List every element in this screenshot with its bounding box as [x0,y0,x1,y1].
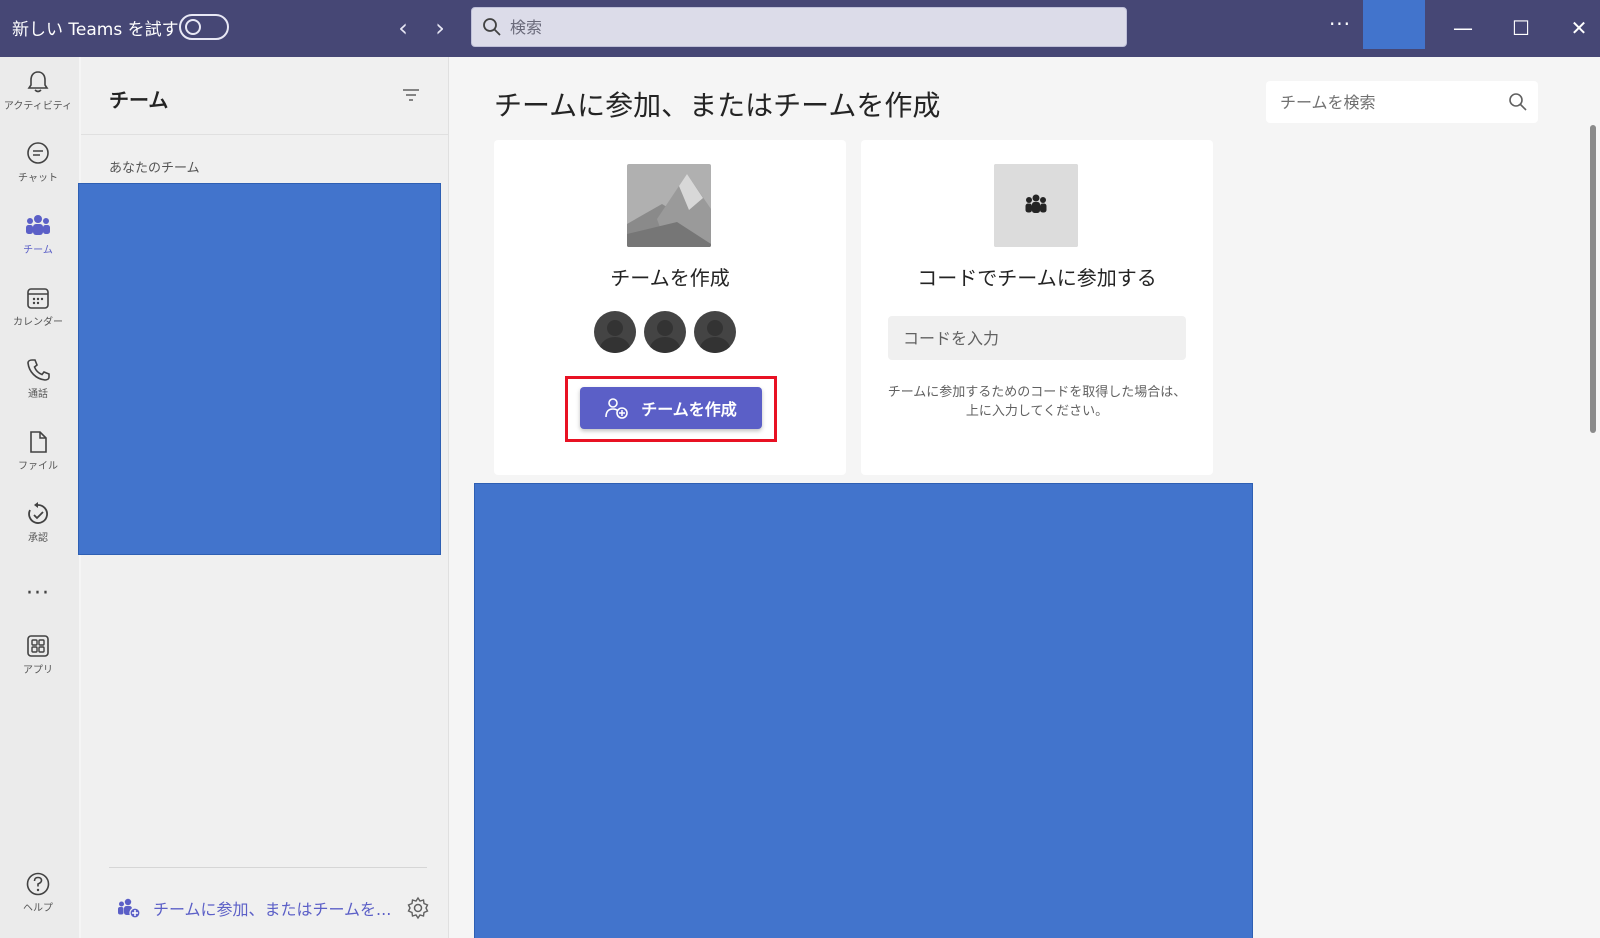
rail-item-teams[interactable]: チーム [0,203,76,269]
more-options-button[interactable]: ··· [1324,12,1356,42]
close-button[interactable]: ✕ [1561,10,1597,46]
create-team-button-label: チームを作成 [641,400,737,419]
code-help-line: チームに参加するためのコードを取得した場合は、 [887,385,1187,400]
new-teams-toggle[interactable] [179,14,229,40]
page-title: チームに参加、またはチームを作成 [494,89,941,122]
avatar[interactable] [1363,0,1425,49]
rail-item-calendar[interactable]: カレンダー [0,275,76,341]
teams-icon [26,215,50,235]
add-people-icon [605,398,629,419]
phone-icon [27,359,50,381]
rail-item-approvals[interactable]: 承認 [0,491,76,557]
teams-panel: チーム あなたのチーム チームに参加、またはチームを... [78,57,449,938]
search-icon [482,17,502,41]
minimize-button[interactable]: — [1445,10,1481,46]
rail-item-chat[interactable]: チャット [0,131,76,197]
rail-item-activity[interactable]: アクティビティ [0,59,76,125]
rail-item-label: チャット [18,173,58,184]
rail-item-calls[interactable]: 通話 [0,347,76,413]
teams-image-icon [994,164,1078,247]
gear-icon[interactable] [406,896,430,924]
avatar [694,311,736,353]
your-teams-label: あなたのチーム [109,161,200,176]
panel-title: チーム [109,88,169,112]
maximize-button[interactable]: ☐ [1503,10,1539,46]
rail-item-label: ファイル [18,461,58,472]
chat-icon [27,142,49,164]
avatar [644,311,686,353]
team-search[interactable] [1266,81,1538,123]
redacted-content [474,483,1253,938]
rail-item-apps[interactable]: アプリ [0,623,76,689]
global-search-input[interactable] [510,8,1110,46]
approval-icon [28,502,48,524]
app-rail: アクティビティ チャット チーム カレンダー 通話 ファイル 承認 ··· アプ… [0,57,79,938]
filter-icon[interactable] [401,87,421,107]
rail-item-label: アプリ [23,665,53,676]
create-team-card: チームを作成 チームを作成 [494,140,846,475]
global-search[interactable] [471,7,1127,47]
avatar-group [594,311,736,353]
more-apps-button[interactable]: ··· [0,581,76,606]
title-bar: 新しい Teams を試す ‹ › ··· — ☐ ✕ [0,0,1600,57]
bell-icon [27,71,49,93]
help-icon [26,872,50,896]
code-help-text: チームに参加するためのコードを取得した場合は、 上に入力してください。 [881,383,1193,421]
redacted-team-list [78,183,441,555]
rail-item-label: 承認 [28,533,48,544]
landscape-image-icon [627,164,711,247]
join-or-create-label: チームに参加、またはチームを... [153,900,392,919]
forward-button[interactable]: › [426,14,454,42]
join-or-create-link[interactable]: チームに参加、またはチームを... [117,893,391,923]
panel-footer-divider [109,867,427,868]
rail-item-label: ヘルプ [23,903,53,914]
calendar-icon [27,288,49,309]
rail-item-help[interactable]: ヘルプ [0,861,76,927]
avatar [594,311,636,353]
code-help-line: 上に入力してください。 [965,404,1109,419]
team-search-input[interactable] [1280,81,1500,123]
rail-item-label: カレンダー [13,317,63,328]
create-team-heading: チームを作成 [610,266,730,290]
main-content: チームに参加、またはチームを作成 チームを作成 チームを作成 コードでチームに参… [450,57,1600,938]
search-icon[interactable] [1508,92,1528,116]
back-button[interactable]: ‹ [389,14,417,42]
team-code-input[interactable] [888,316,1186,360]
add-team-icon [118,898,141,919]
rail-item-label: 通話 [28,389,48,400]
panel-divider [81,134,449,135]
scrollbar[interactable] [1590,125,1596,433]
toggle-knob [185,19,201,35]
join-with-code-card: コードでチームに参加する チームに参加するためのコードを取得した場合は、 上に入… [861,140,1213,475]
rail-item-files[interactable]: ファイル [0,419,76,485]
rail-item-label: アクティビティ [3,101,73,112]
apps-icon [27,635,49,657]
create-team-button[interactable]: チームを作成 [580,387,762,429]
app-title: 新しい Teams を試す [12,20,179,40]
rail-item-label: チーム [23,245,53,256]
join-with-code-heading: コードでチームに参加する [917,266,1157,290]
file-icon [30,431,47,453]
